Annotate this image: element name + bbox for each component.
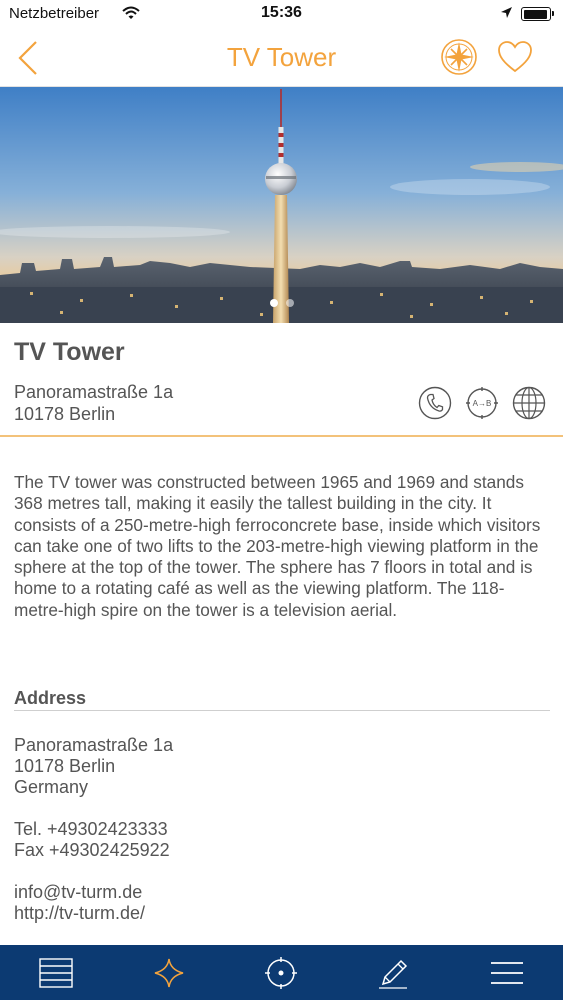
place-title: TV Tower [14,338,125,366]
tab-highlights[interactable] [113,945,226,1000]
email-link[interactable]: info@tv-turm.de [14,882,145,903]
header-city: 10178 Berlin [14,404,116,424]
star-icon [154,958,184,987]
tab-menu[interactable] [450,945,563,1000]
hero-image[interactable] [0,87,563,323]
tab-notes[interactable] [338,945,451,1000]
address-street: Panoramastraße 1a [14,735,174,755]
status-time: 15:36 [261,4,302,21]
tv-tower-photo [0,87,563,323]
phone-number-link[interactable]: Tel. +49302423333 [14,819,170,840]
tab-nearby[interactable] [225,945,338,1000]
carousel-dot[interactable] [269,299,278,307]
list-icon [39,957,73,988]
header-street: Panoramastraße 1a [14,382,174,402]
pen-icon [379,959,408,989]
tab-list[interactable] [0,945,113,1000]
favorite-button[interactable] [497,40,533,74]
carousel-dot[interactable] [285,299,294,307]
route-a-to-b-icon: A→B [466,387,498,419]
description-text: The TV tower was constructed between 196… [14,472,541,620]
fax-number: Fax +49302425922 [14,840,170,860]
heart-icon [498,41,532,73]
website-button[interactable] [512,386,546,420]
navigation-bar: TV Tower [0,30,563,87]
phone-icon [418,386,452,420]
page-title: TV Tower [226,42,337,72]
target-icon [265,956,298,989]
compass-button[interactable] [440,38,478,76]
tab-bar [0,945,563,1000]
compass-rose-icon [441,39,477,75]
web-details: info@tv-turm.de http://tv-turm.de/ [14,882,145,924]
website-link[interactable]: http://tv-turm.de/ [14,903,145,924]
location-arrow-icon [501,7,512,18]
route-label: A→B [473,399,492,408]
globe-icon [512,386,546,420]
phone-details: Tel. +49302423333 Fax +49302425922 [14,819,170,861]
address-details: Panoramastraße 1a 10178 Berlin Germany [14,735,173,798]
menu-icon [490,961,523,984]
battery-icon [521,7,554,21]
status-bar: Netzbetreiber 15:36 [0,0,563,30]
action-buttons: A→B [418,386,550,420]
section-divider [0,435,563,437]
address-heading: Address [14,688,87,708]
address-country: Germany [14,777,89,797]
route-button[interactable]: A→B [465,386,499,420]
carousel-page-indicator [0,294,563,312]
header-address: Panoramastraße 1a 10178 Berlin [14,381,173,425]
heading-divider [14,710,550,711]
call-button[interactable] [418,386,452,420]
address-city: 10178 Berlin [14,756,116,776]
